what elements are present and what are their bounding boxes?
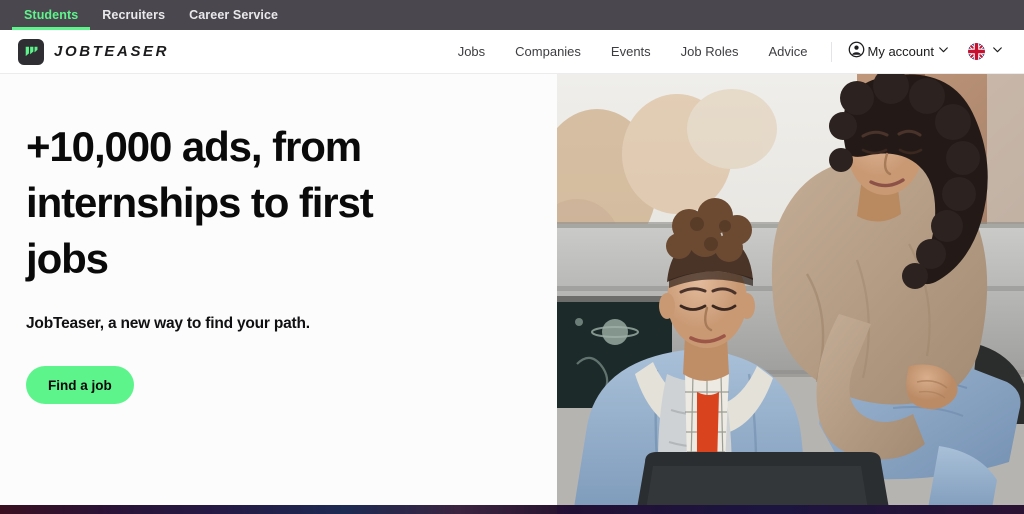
hero-subtitle: JobTeaser, a new way to find your path.: [26, 315, 310, 332]
chevron-down-icon: [991, 43, 1004, 61]
nav-divider: [830, 41, 832, 62]
uk-flag-icon: [968, 43, 985, 60]
main-navigation: Jobs Companies Events Job Roles Advice M…: [443, 41, 1004, 63]
audience-topbar: Students Recruiters Career Service: [0, 0, 1024, 30]
my-account-label: My account: [867, 44, 934, 59]
nav-link-advice[interactable]: Advice: [753, 44, 822, 59]
topbar-item-students[interactable]: Students: [12, 0, 91, 30]
page-title: +10,000 ads, from internships to first j…: [26, 123, 374, 282]
hero-copy: +10,000 ads, from internships to first j…: [0, 74, 557, 514]
chevron-down-icon: [937, 43, 950, 61]
logo-home-link[interactable]: JOBTEASER: [18, 38, 170, 65]
nav-link-companies[interactable]: Companies: [500, 44, 596, 59]
next-section-peek: [0, 505, 1024, 514]
user-circle-icon: [848, 41, 865, 63]
nav-link-events[interactable]: Events: [596, 44, 666, 59]
find-a-job-button[interactable]: Find a job: [26, 366, 134, 404]
jobteaser-logo-icon: [18, 38, 44, 65]
hero-section: +10,000 ads, from internships to first j…: [0, 74, 1024, 514]
my-account-menu[interactable]: My account: [840, 41, 954, 63]
topbar-item-career-service[interactable]: Career Service: [177, 0, 290, 30]
nav-link-jobs[interactable]: Jobs: [443, 44, 500, 59]
peek-right: [557, 505, 1024, 514]
topbar-item-label: Recruiters: [102, 8, 166, 22]
topbar-item-label: Students: [24, 8, 79, 22]
topbar-item-label: Career Service: [189, 8, 279, 22]
nav-link-job-roles[interactable]: Job Roles: [666, 44, 754, 59]
logo-wordmark: JOBTEASER: [54, 43, 170, 60]
hero-image: [557, 74, 1024, 514]
topbar-item-recruiters[interactable]: Recruiters: [90, 0, 177, 30]
site-header: JOBTEASER Jobs Companies Events Job Role…: [0, 30, 1024, 74]
peek-left: [0, 505, 557, 514]
language-selector[interactable]: [954, 43, 1004, 61]
